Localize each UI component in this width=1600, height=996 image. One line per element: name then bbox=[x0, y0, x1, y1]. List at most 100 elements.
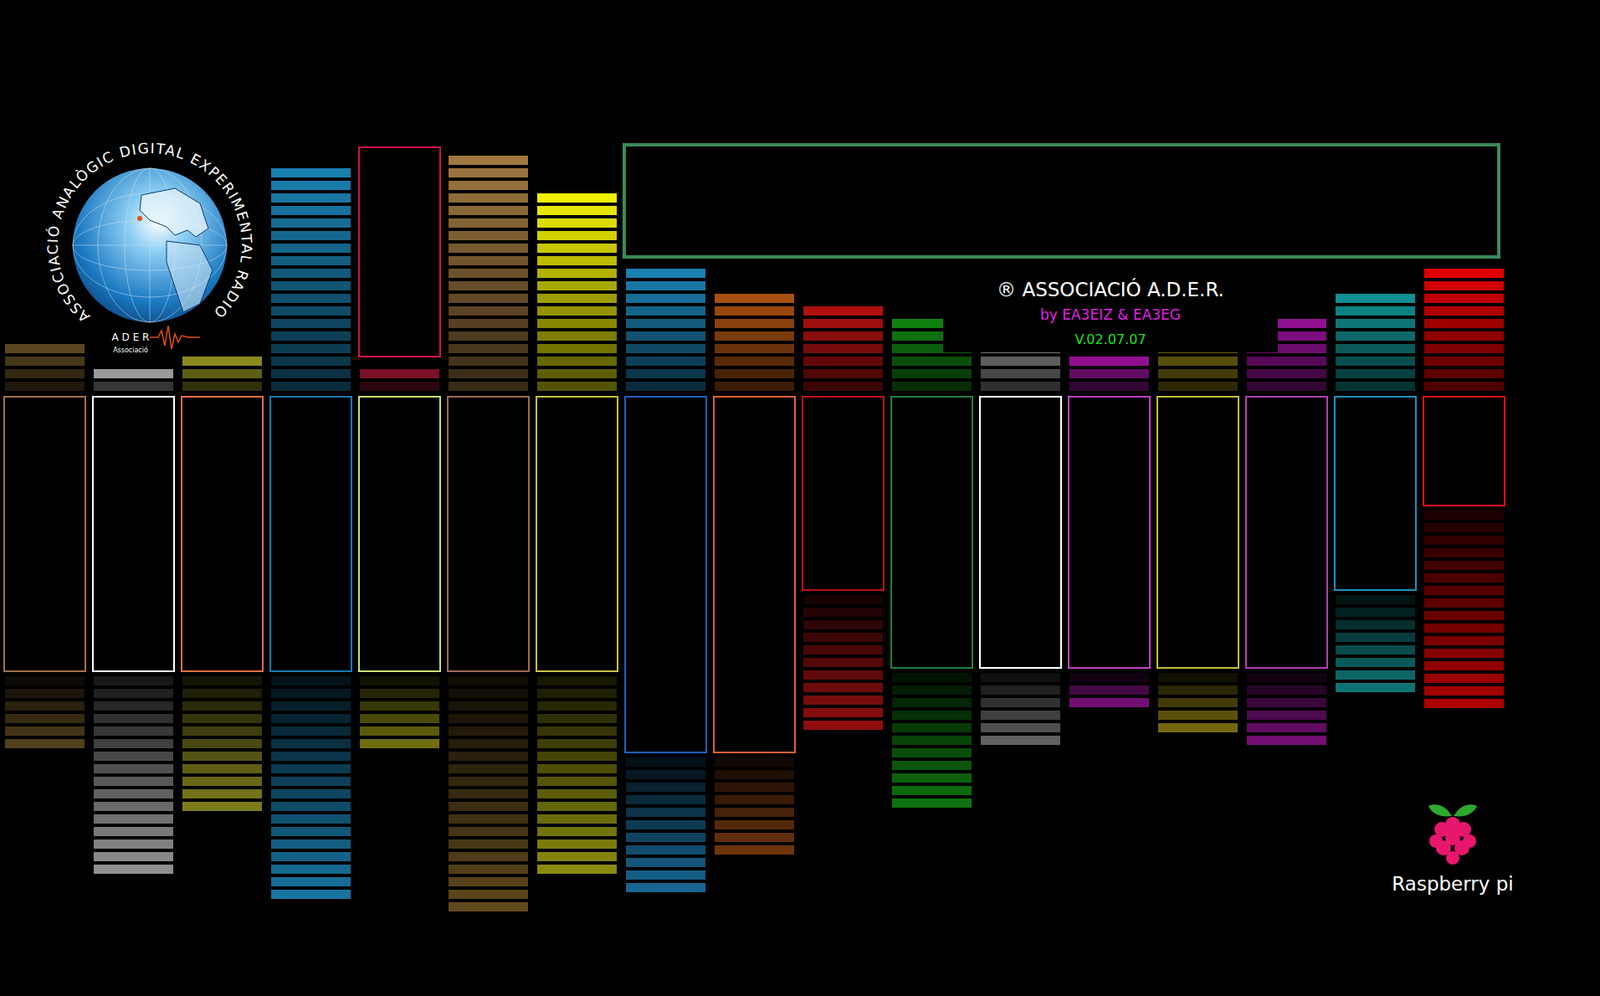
meter-segment bbox=[537, 864, 617, 874]
meter-segment bbox=[625, 757, 706, 767]
meter-segment bbox=[625, 343, 706, 354]
meter-channel bbox=[92, 0, 175, 912]
meter-segment bbox=[625, 306, 706, 316]
meter-channel bbox=[358, 0, 442, 912]
meter-segment bbox=[271, 876, 351, 887]
meter-segment bbox=[93, 688, 174, 698]
meter-segment bbox=[1424, 331, 1504, 341]
upper-stack bbox=[269, 0, 353, 391]
meter-segment bbox=[1424, 610, 1504, 621]
meter-segment bbox=[803, 318, 883, 329]
meter-segment bbox=[271, 256, 351, 266]
meter-channel bbox=[979, 0, 1062, 912]
meter-segment bbox=[625, 820, 706, 830]
meter-segment bbox=[803, 381, 883, 391]
svg-text:A D E R: A D E R bbox=[112, 331, 150, 344]
meter-segment bbox=[537, 751, 617, 761]
meter-segment bbox=[271, 306, 351, 316]
meter-segment bbox=[5, 738, 85, 749]
lower-stack bbox=[182, 676, 262, 811]
meter-segment bbox=[537, 218, 617, 228]
lower-stack bbox=[5, 676, 85, 749]
meter-segment bbox=[892, 697, 972, 708]
meter-segment bbox=[1335, 632, 1416, 642]
raspberry-icon bbox=[1425, 799, 1481, 867]
meter-segment bbox=[1158, 672, 1238, 683]
meter-segment bbox=[803, 707, 883, 718]
meter-segment bbox=[803, 356, 883, 366]
meter-segment bbox=[93, 839, 174, 849]
svg-text:ASSOCIACIÓ ANALÒGIC DIGITAL EX: ASSOCIACIÓ ANALÒGIC DIGITAL EXPERIMENTAL… bbox=[43, 139, 256, 326]
meter-segment bbox=[5, 369, 85, 379]
meter-segment bbox=[1424, 698, 1504, 708]
meter-segment bbox=[271, 193, 351, 203]
meter-segment bbox=[1335, 620, 1416, 630]
meter-segment bbox=[182, 381, 262, 391]
meter-channel bbox=[180, 0, 264, 912]
meter-segment bbox=[892, 710, 972, 720]
meter-segment bbox=[892, 798, 972, 808]
meter-segment bbox=[448, 205, 529, 216]
meter-segment bbox=[537, 306, 617, 316]
meter-segment bbox=[1246, 685, 1327, 695]
meter-segment bbox=[892, 356, 972, 366]
meter-segment bbox=[625, 381, 706, 391]
platform-badge: Raspberry pi bbox=[1385, 799, 1520, 897]
meter-segment bbox=[1424, 306, 1504, 316]
meter-segment bbox=[714, 769, 795, 780]
meter-segment bbox=[1424, 293, 1504, 303]
meter-segment bbox=[714, 820, 795, 830]
meter-segment bbox=[448, 318, 529, 329]
meter-segment bbox=[271, 205, 351, 216]
meter-segment bbox=[714, 782, 795, 792]
meter-segment bbox=[537, 356, 617, 366]
meter-segment bbox=[448, 801, 529, 811]
meter-segment bbox=[182, 776, 262, 786]
meter-segment bbox=[1335, 318, 1416, 329]
meter-segment bbox=[182, 676, 262, 686]
upper-stack bbox=[624, 0, 708, 391]
meter-segment bbox=[1424, 661, 1504, 671]
meter-segment bbox=[714, 343, 795, 354]
meter-segment bbox=[625, 268, 706, 278]
meter-segment bbox=[1246, 369, 1327, 379]
meter-box bbox=[712, 395, 796, 754]
meter-channel bbox=[1333, 0, 1417, 912]
meter-segment bbox=[892, 723, 972, 733]
meter-segment bbox=[980, 735, 1061, 745]
meter-segment bbox=[359, 726, 440, 736]
meter-segment bbox=[537, 726, 617, 736]
meter-segment bbox=[537, 738, 617, 749]
svg-text:Associació: Associació bbox=[112, 345, 149, 354]
meter-segment bbox=[980, 710, 1061, 720]
meter-segment bbox=[803, 682, 883, 693]
meter-segment bbox=[625, 331, 706, 341]
meter-segment bbox=[271, 281, 351, 291]
meter-segment bbox=[1424, 356, 1504, 366]
meter-segment bbox=[359, 713, 440, 724]
meter-box bbox=[446, 395, 530, 672]
meter-segment bbox=[1424, 369, 1504, 379]
platform-label: Raspberry pi bbox=[1391, 871, 1513, 897]
meter-segment bbox=[359, 676, 440, 686]
meter-segment bbox=[448, 168, 529, 178]
meter-segment bbox=[1424, 535, 1504, 545]
meter-segment bbox=[537, 713, 617, 724]
meter-segment bbox=[448, 356, 529, 366]
meter-segment bbox=[1335, 293, 1416, 303]
meter-segment bbox=[5, 343, 85, 354]
meter-segment bbox=[803, 720, 883, 730]
meter-segment bbox=[537, 230, 617, 241]
meter-segment bbox=[1424, 268, 1504, 278]
lower-stack bbox=[1246, 672, 1327, 745]
meter-box bbox=[269, 395, 353, 672]
meter-segment bbox=[448, 688, 529, 698]
meter-segment bbox=[271, 318, 351, 329]
meter-segment bbox=[1335, 682, 1416, 693]
meter-box bbox=[1422, 395, 1506, 507]
meter-channel bbox=[1067, 0, 1151, 912]
meter-segment bbox=[448, 381, 529, 391]
lower-stack bbox=[892, 672, 972, 808]
meter-segment bbox=[359, 381, 440, 391]
meter-segment bbox=[182, 738, 262, 749]
